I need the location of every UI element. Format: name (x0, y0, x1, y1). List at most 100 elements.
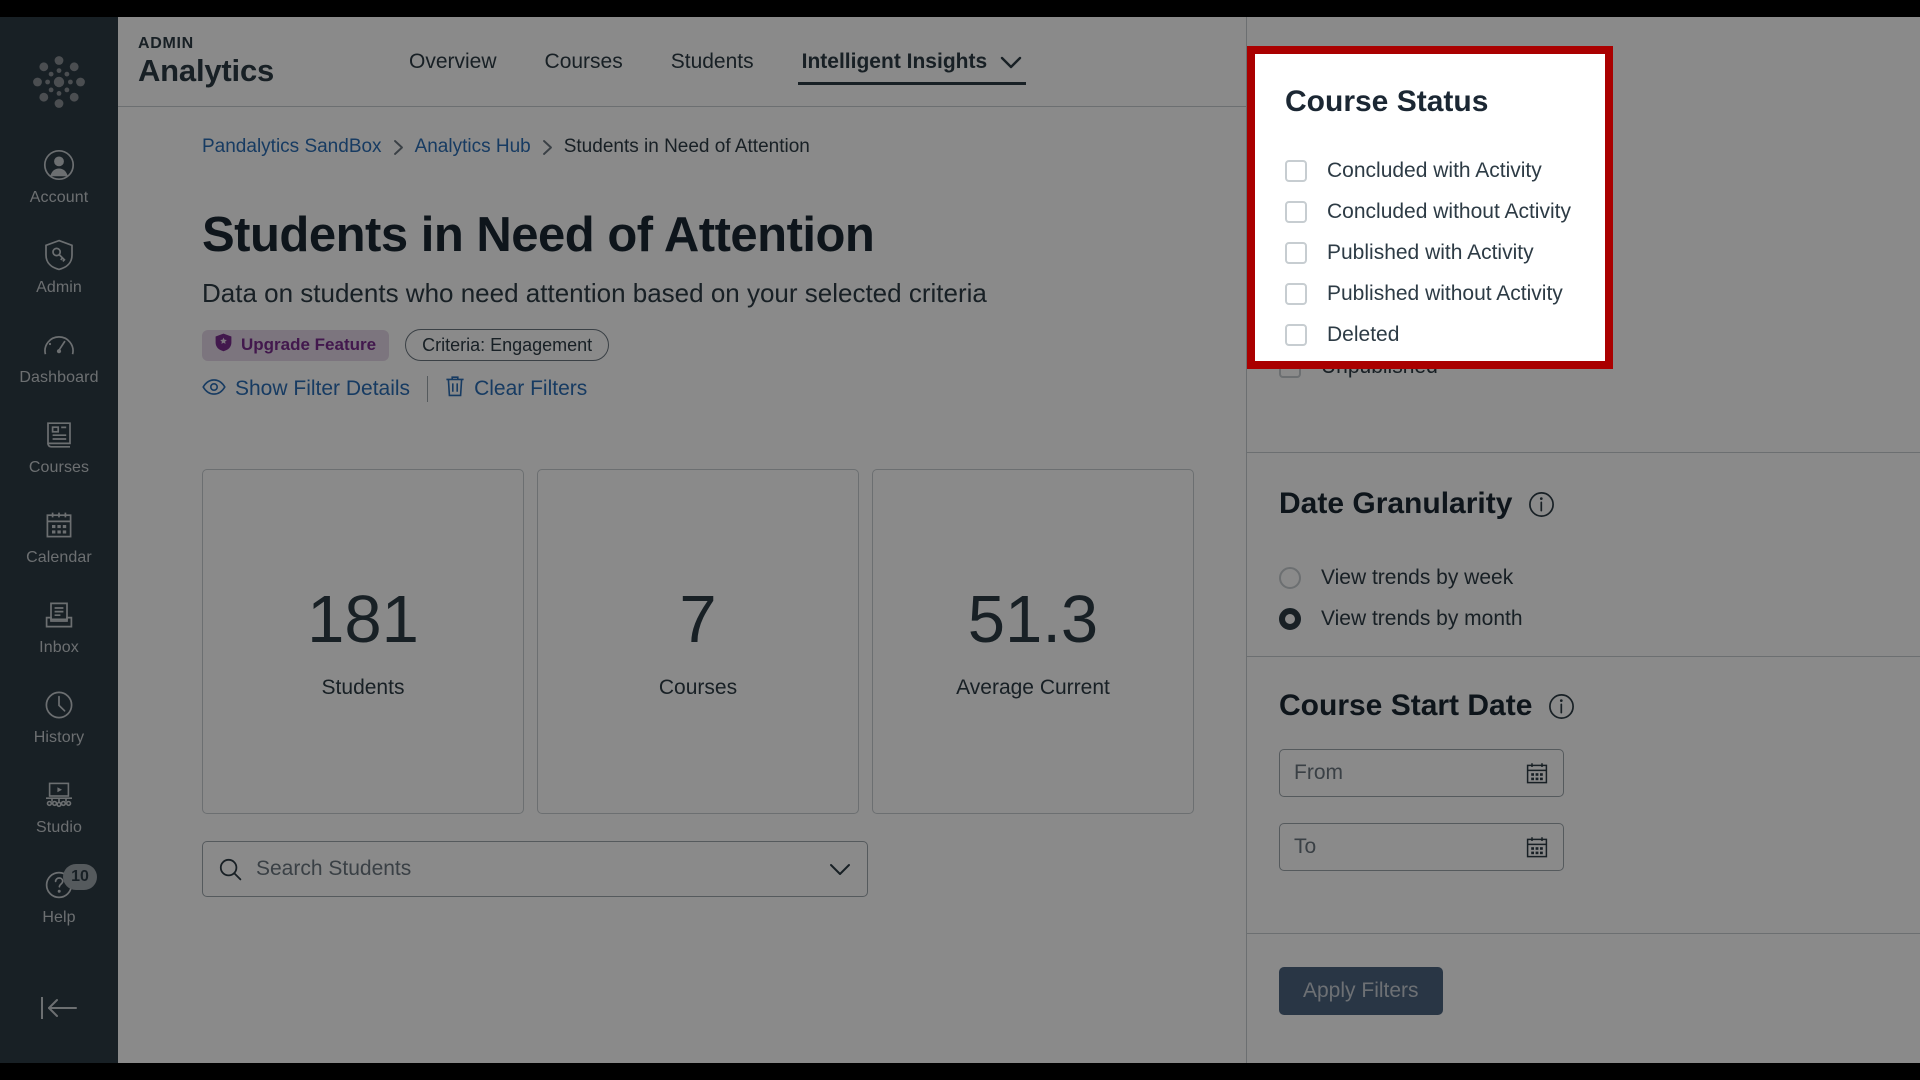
radio-view-trends-by-month[interactable]: View trends by month (1279, 598, 1889, 639)
info-circle-icon[interactable] (1528, 491, 1555, 518)
calendar-icon[interactable] (1525, 761, 1549, 785)
breadcrumb-item-current: Students in Need of Attention (563, 136, 810, 157)
sidebar-item-studio[interactable]: Studio (0, 772, 118, 862)
global-nav-list: Account Admin Dashboard Courses Calendar… (0, 142, 118, 952)
sidebar-item-label: Courses (28, 459, 90, 476)
checkbox-label: Published without Activity (1327, 281, 1563, 305)
criteria-badge[interactable]: Criteria: Engagement (405, 329, 610, 361)
tray-divider (1247, 656, 1920, 657)
tab-label: Students (670, 50, 754, 73)
stat-card-courses: 7 Courses (537, 469, 859, 814)
date-granularity-heading: Date Granularity (1279, 487, 1889, 521)
sidebar-item-label: Calendar (26, 549, 92, 566)
user-avatar-icon (42, 148, 76, 182)
checkbox-label: Concluded without Activity (1327, 199, 1571, 223)
checkbox-box[interactable] (1285, 365, 1307, 370)
eye-icon (202, 377, 226, 401)
page-title: Students in Need of Attention (202, 208, 875, 262)
breadcrumb: Pandalytics SandBox Analytics Hub Studen… (202, 136, 810, 158)
browser-viewport: Account Admin Dashboard Courses Calendar… (0, 17, 1920, 1063)
stat-value: 181 (307, 581, 419, 657)
sidebar-item-dashboard[interactable]: Dashboard (0, 322, 118, 412)
sidebar-item-account[interactable]: Account (0, 142, 118, 232)
course-status-heading-highlighted: Course Status (1285, 85, 1575, 119)
chevron-right-icon (393, 139, 404, 156)
breadcrumb-item-root[interactable]: Pandalytics SandBox (202, 136, 382, 158)
radio-label: View trends by week (1321, 565, 1514, 589)
info-circle-icon[interactable] (1548, 693, 1575, 720)
radio-box[interactable] (1279, 566, 1301, 589)
checkbox-box[interactable] (1285, 159, 1307, 182)
show-filter-details-button[interactable]: Show Filter Details (202, 377, 410, 401)
upgrade-feature-badge[interactable]: Upgrade Feature (202, 329, 390, 361)
course-start-date-to-input[interactable]: To (1279, 823, 1564, 871)
checkbox-box[interactable] (1285, 323, 1307, 346)
clock-icon (42, 688, 76, 722)
calendar-icon (42, 508, 76, 542)
tab-label: Courses (544, 50, 623, 73)
course-start-date-title: Course Start Date (1279, 689, 1533, 722)
tray-footer: Apply Filters (1247, 933, 1920, 1063)
checkbox-unpublished[interactable]: Unpublished (1285, 355, 1575, 370)
upgrade-feature-label: Upgrade Feature (241, 335, 377, 354)
canvas-logo-icon[interactable] (29, 52, 89, 112)
chevron-down-icon[interactable] (829, 863, 851, 876)
chevron-down-icon (1000, 56, 1022, 69)
checkbox-concluded-with-activity[interactable]: Concluded with Activity (1285, 150, 1575, 191)
app-kicker: ADMIN (138, 35, 194, 52)
sidebar-item-calendar[interactable]: Calendar (0, 502, 118, 592)
course-start-date-from-input[interactable]: From (1279, 749, 1564, 797)
studio-screen-icon (42, 778, 76, 812)
sidebar-item-admin[interactable]: Admin (0, 232, 118, 322)
badge-row: Upgrade Feature Criteria: Engagement (202, 329, 610, 361)
shield-star-icon (215, 333, 232, 357)
show-filter-details-label: Show Filter Details (235, 377, 411, 400)
radio-box-selected[interactable] (1279, 607, 1301, 630)
checkbox-box[interactable] (1285, 200, 1307, 223)
sidebar-item-label: Dashboard (19, 369, 99, 386)
global-navigation: Account Admin Dashboard Courses Calendar… (0, 17, 118, 1063)
radio-view-trends-by-week[interactable]: View trends by week (1279, 557, 1889, 598)
sidebar-item-label: Account (29, 189, 89, 206)
course-status-highlight: Course Status Concluded with Activity Co… (1247, 46, 1613, 369)
action-divider (427, 376, 429, 402)
checkbox-published-without-activity[interactable]: Published without Activity (1285, 273, 1575, 314)
stat-label: Students (321, 675, 405, 699)
checkbox-box[interactable] (1285, 282, 1307, 305)
search-students-input[interactable]: Search Students (202, 841, 868, 897)
sidebar-item-label: Admin (36, 279, 82, 296)
tray-divider (1247, 452, 1920, 453)
sidebar-item-inbox[interactable]: Inbox (0, 592, 118, 682)
checkbox-label: Published with Activity (1327, 240, 1534, 264)
calendar-icon[interactable] (1525, 835, 1549, 859)
sidebar-item-courses[interactable]: Courses (0, 412, 118, 502)
sidebar-item-history[interactable]: History (0, 682, 118, 772)
tab-intelligent-insights[interactable]: Intelligent Insights (778, 17, 1047, 107)
checkbox-published-with-activity[interactable]: Published with Activity (1285, 232, 1575, 273)
breadcrumb-item-hub[interactable]: Analytics Hub (415, 136, 531, 158)
stat-label: Average Current (956, 675, 1110, 699)
trash-icon (445, 375, 465, 403)
tab-overview[interactable]: Overview (385, 17, 521, 107)
filter-actions: Show Filter Details Clear Filters (202, 375, 587, 403)
stat-value: 7 (679, 581, 717, 657)
book-icon (42, 418, 76, 452)
page-subtitle: Data on students who need attention base… (202, 278, 987, 308)
tab-label: Overview (409, 50, 497, 73)
checkbox-deleted[interactable]: Deleted (1285, 314, 1575, 355)
stat-card-students: 181 Students (202, 469, 524, 814)
header-tabs: Overview Courses Students Intelligent In… (385, 17, 1046, 107)
gauge-icon (42, 328, 76, 362)
apply-filters-button[interactable]: Apply Filters (1279, 967, 1443, 1015)
date-granularity-section: Date Granularity View trends by week Vie… (1247, 487, 1920, 639)
collapse-arrow-icon[interactable] (0, 985, 118, 1031)
checkbox-box[interactable] (1285, 241, 1307, 264)
tab-label: Intelligent Insights (801, 50, 988, 73)
clear-filters-button[interactable]: Clear Filters (445, 375, 587, 403)
sidebar-item-help[interactable]: 10 Help (0, 862, 118, 952)
checkbox-concluded-without-activity[interactable]: Concluded without Activity (1285, 191, 1575, 232)
stat-label: Courses (658, 675, 738, 699)
help-badge-count: 10 (63, 864, 97, 890)
tab-students[interactable]: Students (647, 17, 778, 107)
tab-courses[interactable]: Courses (521, 17, 647, 107)
